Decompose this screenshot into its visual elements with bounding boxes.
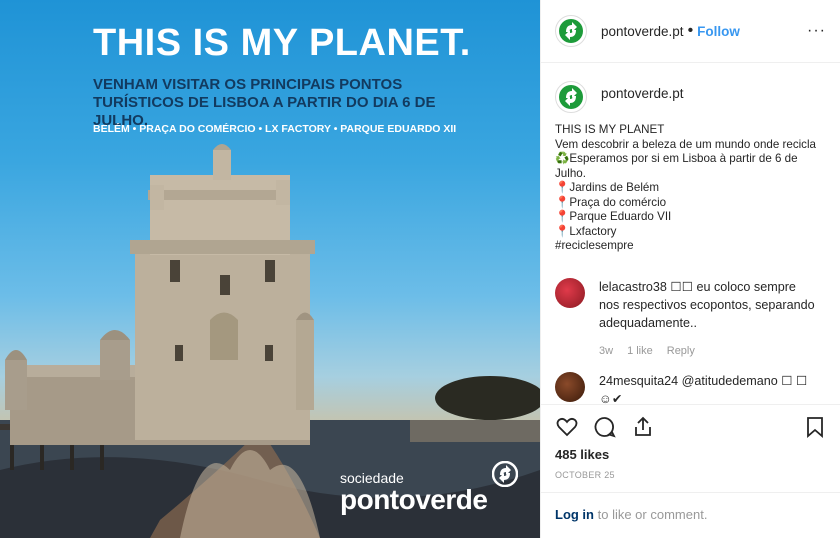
brand-logo-text: sociedade pontoverde [340,470,488,515]
post-date: OCTOBER 25 [555,470,615,480]
comment-avatar[interactable] [555,277,585,308]
caption-username[interactable]: pontoverde.pt [601,86,684,101]
comment-age: 3w [599,344,614,357]
share-icon[interactable] [631,415,655,439]
comment-avatar[interactable] [555,371,585,402]
pontoverde-logo-icon [559,19,583,43]
caption-text: THIS IS MY PLANET Vem descobrir a beleza… [555,123,817,252]
login-text: to like or comment. [594,507,708,522]
bookmark-icon[interactable] [804,415,826,439]
login-prompt: Log in to like or comment. [541,492,840,538]
comment-item: lelacastro38 ☐☐ eu coloco sempre nos res… [541,277,840,360]
login-link[interactable]: Log in [555,507,594,522]
more-options-button[interactable]: ··· [807,22,826,40]
post-sidebar: pontoverde.pt • Follow ··· pontoverde.pt… [540,0,840,538]
reply-button[interactable]: Reply [667,342,695,360]
post-places: BELÉM • PRAÇA DO COMÉRCIO • LX FACTORY •… [93,123,457,135]
action-bar: 485 likes OCTOBER 25 [541,404,840,480]
header-separator: • [687,22,694,39]
post-header: pontoverde.pt • Follow ··· [541,0,840,63]
post-caption: pontoverde.pt THIS IS MY PLANET Vem desc… [541,63,840,254]
heart-icon[interactable] [555,415,579,439]
comment-username[interactable]: 24mesquita24 [599,374,678,388]
avatar[interactable] [555,15,587,47]
instagram-post: THIS IS MY PLANET. VENHAM VISITAR OS PRI… [0,0,840,538]
comment-item: 24mesquita24 @atitudedemano ☐ ☐☺✔ [541,371,840,408]
post-headline: THIS IS MY PLANET. [93,22,471,64]
post-subheadline: VENHAM VISITAR OS PRINCIPAIS PONTOS TURÍ… [93,76,436,129]
pontoverde-logo-icon [559,85,583,109]
likes-count[interactable]: 485 likes [555,447,826,462]
follow-button[interactable]: Follow [697,24,740,39]
comment-icon[interactable] [593,415,617,439]
brand-name-text: pontoverde [340,484,488,515]
recycle-logo-icon [492,461,518,487]
post-image[interactable]: THIS IS MY PLANET. VENHAM VISITAR OS PRI… [0,0,540,538]
comment-username[interactable]: lelacastro38 [599,280,667,294]
comment-likes[interactable]: 1 like [627,342,653,360]
caption-avatar[interactable] [555,81,587,113]
header-username[interactable]: pontoverde.pt [601,24,684,39]
